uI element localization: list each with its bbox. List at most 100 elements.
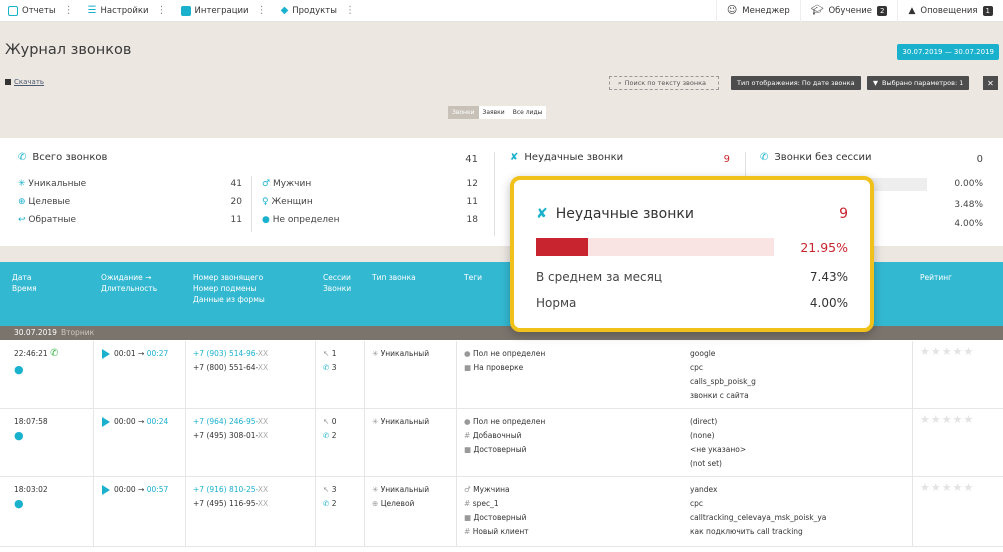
substitute-number-value: +7 (495) 116-95- <box>193 499 258 508</box>
tag-3: Достоверный <box>473 445 527 454</box>
more-dots-icon[interactable]: ⋮ <box>64 5 74 16</box>
tab-integrations[interactable]: Интеграции ⋮ <box>173 0 273 22</box>
call-type: ✳ Уникальный <box>372 347 429 361</box>
total-calls-label: Всего звонков <box>32 152 108 163</box>
date-range-picker[interactable]: 30.07.2019 — 30.07.2019 <box>897 44 999 60</box>
cell-divider <box>912 409 913 476</box>
caller-number[interactable]: +7 (903) 514-96-XX +7 (800) 551-64-XX <box>193 347 268 375</box>
table-row[interactable]: 18:03:02 ● 00:00 → 00:57 +7 (916) 810-25… <box>0 477 1003 547</box>
segment-requests[interactable]: Заявки <box>478 106 509 119</box>
table-row[interactable]: 22:46:21 ✆ ● 00:01 → 00:27 +7 (903) 514-… <box>0 341 1003 409</box>
graduation-cap-icon: 🎓︎ <box>810 5 824 16</box>
filter-button[interactable]: ▼ Выбрано параметров: 1 <box>867 76 970 90</box>
session-icon[interactable]: ● <box>14 363 24 377</box>
sessions-calls[interactable]: ↖ 0 ✆ 2 <box>323 415 336 443</box>
caller-number[interactable]: +7 (916) 810-25-XX +7 (495) 116-95-XX <box>193 483 268 511</box>
cell-divider <box>456 477 457 546</box>
no-session-heading[interactable]: ✆ Звонки без сессии <box>760 152 872 163</box>
call-type-value: Уникальный <box>380 349 430 358</box>
failed-calls-percent: 21.95% <box>800 240 848 255</box>
play-icon[interactable] <box>102 417 110 427</box>
monthly-average-label: В среднем за месяц <box>536 270 663 284</box>
hash-icon: # <box>464 499 471 508</box>
learning-button[interactable]: 🎓︎ Обучение 2 <box>799 0 898 22</box>
view-mode-button[interactable]: Тип отображения: По дате звонка <box>731 76 861 90</box>
table-row[interactable]: 18:07:58 ● 00:00 → 00:24 +7 (964) 246-95… <box>0 409 1003 477</box>
source-2: cpc <box>690 499 704 508</box>
col-tags[interactable]: Теги <box>464 272 482 283</box>
segment-all-leads[interactable]: Все лиды <box>508 106 547 119</box>
page-header: Журнал звонков 30.07.2019 — 30.07.2019 С… <box>0 22 1003 138</box>
phone-icon: ✆ <box>323 499 330 508</box>
call-time-value: 22:46:21 <box>14 349 48 358</box>
failed-calls-value: 9 <box>723 154 730 165</box>
substitute-number-value: +7 (800) 551-64- <box>193 363 258 372</box>
call-tags[interactable]: ♂ Мужчина # spec_1 ■ Достоверный # Новый… <box>464 483 529 539</box>
unique-value: 41 <box>230 179 242 189</box>
notifications-button[interactable]: ▲ Оповещения 1 <box>897 0 1003 22</box>
target-icon: ⊕ <box>18 197 26 207</box>
products-icon: ◆ <box>280 5 289 16</box>
call-text-search[interactable]: ⌕ Поиск по тексту звонка <box>609 76 719 90</box>
failed-calls-heading[interactable]: ✘ Неудачные звонки <box>510 152 623 163</box>
col-number[interactable]: Номер звонящего Номер подмены Данные из … <box>193 272 265 305</box>
check-icon: ■ <box>464 513 472 522</box>
segment-calls[interactable]: Звонки <box>448 106 479 119</box>
female-icon: ♀ <box>262 197 269 207</box>
failed-call-icon: ✘ <box>510 152 519 163</box>
traffic-source: yandex cpc calltracking_celevaya_msk_poi… <box>690 483 826 539</box>
col-rating[interactable]: Рейтинг <box>920 272 952 283</box>
rating-stars[interactable]: ★★★★★ <box>920 413 974 427</box>
tab-products[interactable]: ◆ Продукты ⋮ <box>273 0 361 22</box>
session-icon[interactable]: ● <box>14 429 24 443</box>
callback-row: ↩ Обратные <box>18 215 76 225</box>
call-tags[interactable]: ● Пол не определен # Добавочный ■ Достов… <box>464 415 545 457</box>
call-type-value-2: Целевой <box>380 499 415 508</box>
source-1: google <box>690 349 716 358</box>
tag-3: Достоверный <box>473 513 527 522</box>
manager-button[interactable]: ☺ Менеджер <box>715 0 800 22</box>
no-session-pct: 0.00% <box>954 179 983 189</box>
col-date[interactable]: Дата Время <box>12 272 37 294</box>
col-sessions[interactable]: Сессии Звонки <box>323 272 351 294</box>
number-mask: XX <box>257 417 269 426</box>
number-mask: XX <box>257 363 269 372</box>
session-icon[interactable]: ● <box>14 497 24 511</box>
more-dots-icon[interactable]: ⋮ <box>345 5 355 16</box>
more-dots-icon[interactable]: ⋮ <box>157 5 167 16</box>
cell-divider <box>93 477 94 546</box>
play-icon[interactable] <box>102 485 110 495</box>
wait-duration[interactable]: 00:00 → 00:24 <box>102 415 168 429</box>
cell-divider <box>185 477 186 546</box>
tab-reports[interactable]: Отчеты ⋮ <box>0 0 80 22</box>
wait-duration[interactable]: 00:00 → 00:57 <box>102 483 168 497</box>
sessions-calls[interactable]: ↖ 1 ✆ 3 <box>323 347 336 375</box>
asterisk-icon: ✳ <box>372 485 379 494</box>
top-navigation: Отчеты ⋮ ☰ Настройки ⋮ Интеграции ⋮ ◆ Пр… <box>0 0 1003 22</box>
rating-stars[interactable]: ★★★★★ <box>920 345 974 359</box>
learning-label: Обучение <box>828 5 873 16</box>
cursor-icon: ↖ <box>323 417 330 426</box>
reports-icon <box>8 5 18 16</box>
play-icon[interactable] <box>102 349 110 359</box>
rating-stars[interactable]: ★★★★★ <box>920 481 974 495</box>
more-dots-icon[interactable]: ⋮ <box>257 5 267 16</box>
sessions-calls[interactable]: ↖ 3 ✆ 2 <box>323 483 336 511</box>
person-icon: ● <box>262 215 270 225</box>
men-row: ♂ Мужчин <box>262 179 311 189</box>
target-label: Целевые <box>28 197 71 207</box>
clear-filter-button[interactable]: ✕ <box>983 76 998 90</box>
tab-settings[interactable]: ☰ Настройки ⋮ <box>80 0 173 22</box>
tab-integrations-label: Интеграции <box>194 5 249 16</box>
col-type[interactable]: Тип звонка <box>372 272 416 283</box>
cell-divider <box>456 341 457 408</box>
calls-value: 2 <box>331 499 337 508</box>
caller-number[interactable]: +7 (964) 246-95-XX +7 (495) 308-01-XX <box>193 415 268 443</box>
call-tags[interactable]: ● Пол не определен ■ На проверке <box>464 347 545 375</box>
col-wait[interactable]: Ожидание → Длительность <box>101 272 157 294</box>
tag-1: Пол не определен <box>472 349 546 358</box>
wait-duration[interactable]: 00:01 → 00:27 <box>102 347 168 361</box>
download-link[interactable]: Скачать <box>5 78 44 86</box>
caller-number-value: +7 (916) 810-25- <box>193 485 258 494</box>
failed-call-icon: ✘ <box>536 206 548 222</box>
